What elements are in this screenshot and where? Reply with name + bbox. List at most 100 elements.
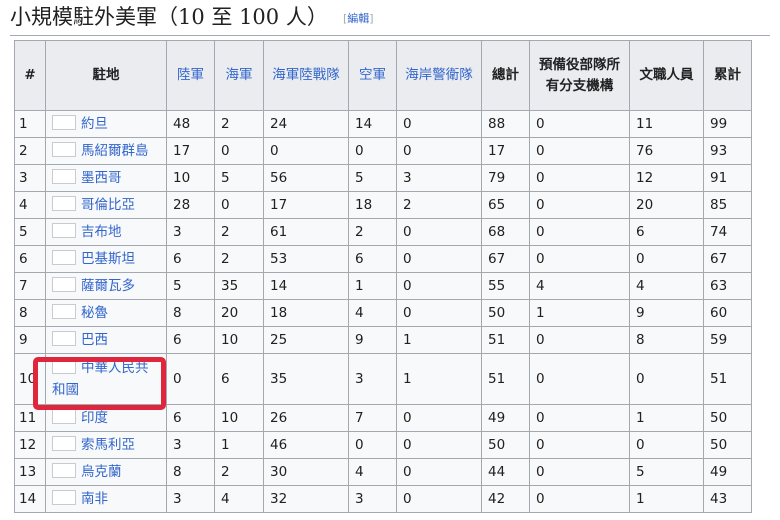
cell-total: 88 <box>481 110 530 138</box>
header-air_force-label[interactable]: 空軍 <box>359 67 386 83</box>
cell-reserve: 0 <box>529 164 630 192</box>
country-link[interactable]: 哥倫比亞 <box>81 197 135 213</box>
cell-cumulative: 99 <box>703 110 752 138</box>
country-link[interactable]: 烏克蘭 <box>81 464 122 480</box>
header-air_force[interactable]: 空軍 <box>348 40 397 111</box>
country-link[interactable]: 秘魯 <box>81 305 108 321</box>
cell-navy: 4 <box>214 485 264 513</box>
cell-reserve: 0 <box>529 191 630 219</box>
cell-air_force: 2 <box>348 218 397 246</box>
cell-cumulative: 74 <box>703 218 752 246</box>
cell-marines: 35 <box>263 353 349 405</box>
header-navy[interactable]: 海軍 <box>214 40 264 111</box>
country-link[interactable]: 薩爾瓦多 <box>81 278 135 294</box>
cell-marines: 18 <box>263 299 349 327</box>
cell-total: 65 <box>481 191 530 219</box>
edit-bracket-close: ] <box>369 12 374 25</box>
header-coast_guard-label[interactable]: 海岸警衛隊 <box>405 67 473 83</box>
country-link[interactable]: 約旦 <box>81 116 108 132</box>
cell-location: 哥倫比亞 <box>45 191 167 219</box>
flag-icon <box>52 223 76 238</box>
cell-location: 巴基斯坦 <box>45 245 167 273</box>
cell-rank: 1 <box>14 110 46 138</box>
country-link[interactable]: 墨西哥 <box>81 170 122 186</box>
cell-civilian: 76 <box>629 137 704 165</box>
cell-navy: 20 <box>214 299 264 327</box>
header-marines[interactable]: 海軍陸戰隊 <box>263 40 349 111</box>
cell-marines: 56 <box>263 164 349 192</box>
flag-icon <box>52 409 76 424</box>
cell-civilian: 6 <box>629 218 704 246</box>
cell-rank: 7 <box>14 272 46 300</box>
header-army-label[interactable]: 陸軍 <box>177 67 204 83</box>
cell-civilian: 12 <box>629 164 704 192</box>
cell-cumulative: 51 <box>703 353 752 405</box>
cell-army: 5 <box>166 272 215 300</box>
cell-reserve: 0 <box>529 404 630 432</box>
cell-coast_guard: 3 <box>396 164 482 192</box>
country-link[interactable]: 南非 <box>81 491 108 507</box>
country-link[interactable]: 吉布地 <box>81 224 122 240</box>
cell-cumulative: 43 <box>703 485 752 513</box>
flag-icon <box>52 115 76 130</box>
cell-navy: 10 <box>214 404 264 432</box>
cell-air_force: 6 <box>348 245 397 273</box>
cell-rank: 5 <box>14 218 46 246</box>
cell-cumulative: 67 <box>703 245 752 273</box>
edit-link[interactable]: 編輯 <box>347 12 369 25</box>
country-link[interactable]: 馬紹爾群島 <box>81 143 149 159</box>
cell-location: 薩爾瓦多 <box>45 272 167 300</box>
header-navy-label[interactable]: 海軍 <box>226 67 253 83</box>
cell-location: 吉布地 <box>45 218 167 246</box>
cell-total: 42 <box>481 485 530 513</box>
cell-coast_guard: 0 <box>396 431 482 459</box>
country-link[interactable]: 印度 <box>81 410 108 426</box>
cell-marines: 46 <box>263 431 349 459</box>
header-marines-label[interactable]: 海軍陸戰隊 <box>272 67 340 83</box>
cell-army: 17 <box>166 137 215 165</box>
cell-rank: 4 <box>14 191 46 219</box>
cell-marines: 26 <box>263 404 349 432</box>
cell-air_force: 3 <box>348 485 397 513</box>
header-coast_guard[interactable]: 海岸警衛隊 <box>396 40 482 111</box>
country-link[interactable]: 索馬利亞 <box>81 437 135 453</box>
cell-navy: 2 <box>214 218 264 246</box>
cell-air_force: 5 <box>348 164 397 192</box>
cell-navy: 2 <box>214 458 264 486</box>
header-reserve: 預備役部隊所有分支機構 <box>529 40 630 111</box>
cell-location: 印度 <box>45 404 167 432</box>
flag-icon <box>52 463 76 478</box>
cell-location: 墨西哥 <box>45 164 167 192</box>
header-total-label: 總計 <box>492 67 519 83</box>
cell-location: 南非 <box>45 485 167 513</box>
cell-total: 17 <box>481 137 530 165</box>
cell-navy: 2 <box>214 110 264 138</box>
table-row: 1 約旦 48 2 24 14 0 88 0 11 99 <box>14 110 752 138</box>
cell-total: 49 <box>481 404 530 432</box>
header-cumulative-label: 累計 <box>714 67 741 83</box>
cell-air_force: 4 <box>348 458 397 486</box>
cell-marines: 25 <box>263 326 349 354</box>
header-rank: # <box>14 40 46 111</box>
header-rank-label: # <box>24 67 36 83</box>
cell-army: 3 <box>166 431 215 459</box>
header-army[interactable]: 陸軍 <box>166 40 215 111</box>
cell-civilian: 0 <box>629 245 704 273</box>
cell-civilian: 8 <box>629 326 704 354</box>
cell-total: 44 <box>481 458 530 486</box>
cell-cumulative: 59 <box>703 326 752 354</box>
cell-air_force: 7 <box>348 404 397 432</box>
flag-icon <box>52 277 76 292</box>
edit-section: [編輯] <box>343 12 374 25</box>
cell-marines: 24 <box>263 110 349 138</box>
cell-army: 8 <box>166 299 215 327</box>
country-link[interactable]: 巴西 <box>81 332 108 348</box>
cell-army: 3 <box>166 485 215 513</box>
cell-navy: 2 <box>214 245 264 273</box>
header-location: 駐地 <box>45 40 167 111</box>
country-link[interactable]: 巴基斯坦 <box>81 251 135 267</box>
cell-cumulative: 91 <box>703 164 752 192</box>
cell-rank: 6 <box>14 245 46 273</box>
cell-reserve: 0 <box>529 353 630 405</box>
cell-coast_guard: 0 <box>396 245 482 273</box>
